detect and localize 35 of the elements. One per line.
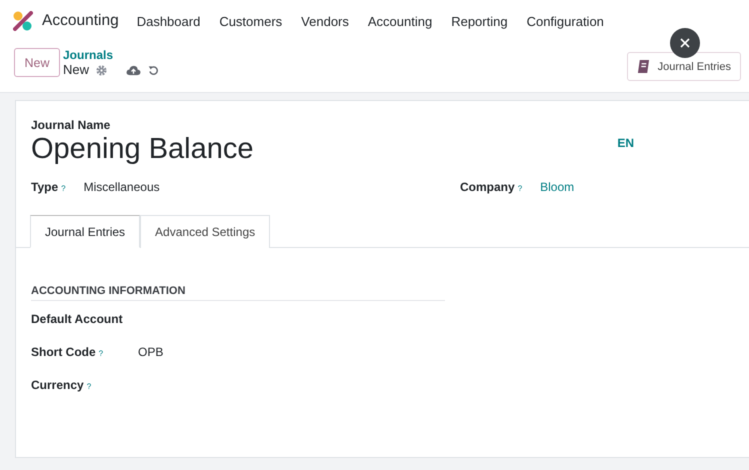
new-button[interactable]: New: [14, 48, 60, 77]
journal-name-field[interactable]: Opening Balance: [31, 133, 254, 166]
menu-item[interactable]: Configuration: [526, 14, 604, 28]
field-label: Company: [460, 180, 515, 194]
field-label: Currency: [31, 378, 84, 392]
menu-item[interactable]: Reporting: [451, 14, 508, 28]
cloud-upload-icon[interactable]: [126, 64, 142, 76]
field-value: Miscellaneous: [84, 180, 160, 194]
menu-item[interactable]: Dashboard: [136, 14, 200, 28]
help-tooltip[interactable]: ?: [61, 184, 66, 193]
undo-icon[interactable]: [148, 64, 160, 76]
section-title: ACCOUNTING INFORMATION: [31, 285, 445, 301]
help-tooltip[interactable]: ?: [518, 184, 522, 193]
help-tooltip[interactable]: ?: [86, 382, 92, 391]
field-label: Short Code: [31, 345, 96, 359]
field-label: Default Account: [31, 312, 123, 326]
menu-item[interactable]: Vendors: [301, 14, 349, 28]
help-tooltip[interactable]: ?: [98, 349, 104, 358]
book-icon: [636, 59, 650, 74]
app-name[interactable]: Accounting: [42, 12, 119, 30]
field-value: OPB: [138, 345, 164, 359]
language-button[interactable]: EN: [617, 136, 634, 150]
breadcrumb-link[interactable]: Journals: [63, 48, 160, 62]
close-icon: [680, 38, 690, 48]
field-label: Journal Name: [31, 118, 112, 132]
field-link[interactable]: Bloom: [540, 180, 574, 194]
menu-item[interactable]: Accounting: [368, 14, 432, 28]
journal-entries-button[interactable]: Journal Entries: [626, 52, 741, 81]
menu-item[interactable]: Customers: [219, 14, 282, 28]
app-logo-icon[interactable]: [13, 11, 33, 31]
field-label: Type: [31, 180, 58, 194]
tab[interactable]: Advanced Settings: [140, 215, 270, 248]
tab[interactable]: Journal Entries: [30, 215, 140, 248]
gear-icon[interactable]: [96, 64, 108, 76]
record-name: New: [63, 62, 90, 78]
